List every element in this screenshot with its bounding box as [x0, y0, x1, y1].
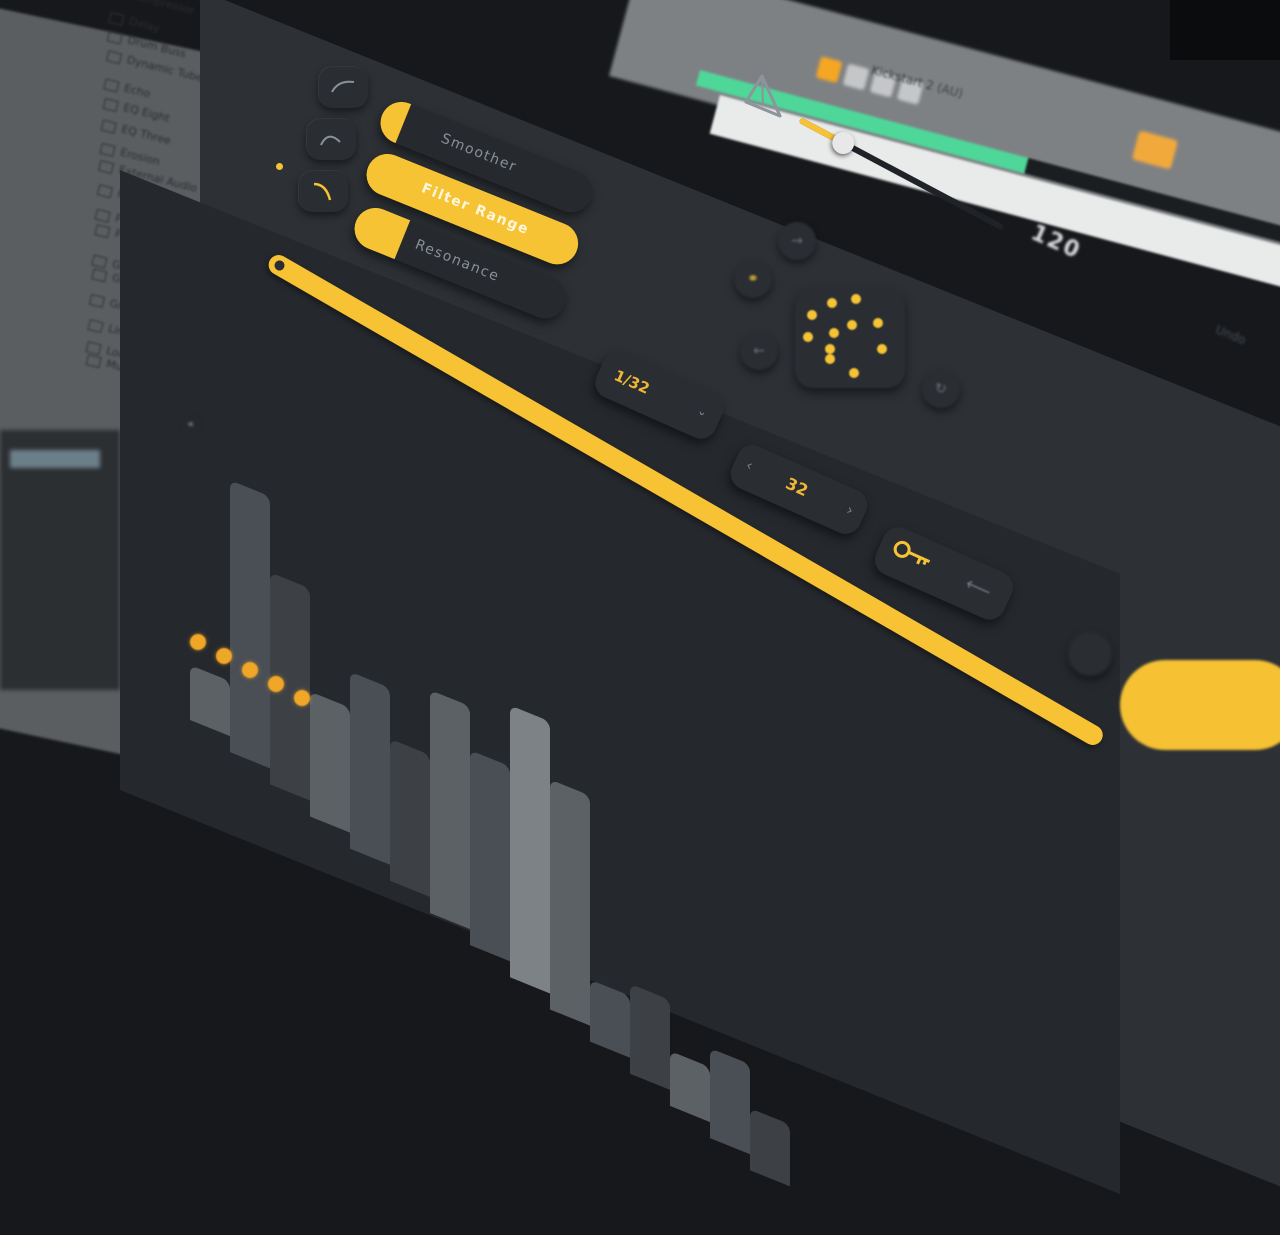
chevron-down-icon: ⌄: [695, 402, 711, 420]
folder-icon: [107, 11, 125, 26]
step-bar[interactable]: [630, 983, 670, 1090]
undo-button[interactable]: ←: [740, 332, 778, 370]
key-icon[interactable]: [887, 536, 937, 576]
division-value: 1/32: [611, 366, 653, 398]
step-bar[interactable]: [510, 705, 550, 994]
redo-icon: →: [791, 233, 803, 249]
curve-soft-icon: [320, 135, 341, 146]
redo-button[interactable]: →: [778, 222, 816, 260]
folder-icon: [103, 78, 120, 93]
folder-icon: [102, 97, 119, 112]
step-bar[interactable]: [230, 480, 270, 769]
step-bar[interactable]: [750, 1108, 790, 1187]
sequencer-left-control[interactable]: ◂: [180, 414, 202, 436]
curve-linear-icon: [331, 80, 355, 93]
steps-next-button[interactable]: ›: [844, 501, 857, 520]
folder-icon: [100, 119, 117, 134]
steps-value: 32: [782, 473, 811, 501]
step-dot[interactable]: [294, 690, 310, 706]
step-bar[interactable]: [310, 691, 350, 833]
host-clip-view: [0, 430, 120, 690]
refresh-button[interactable]: ↻: [922, 370, 960, 408]
step-bar[interactable]: [470, 750, 510, 962]
folder-icon: [94, 208, 111, 223]
undo-label: Undo: [1213, 322, 1248, 348]
step-dot[interactable]: [190, 634, 206, 650]
undo-arrow-icon: ←: [753, 343, 765, 359]
browser-item-label: Delay: [127, 14, 161, 36]
curve-soft-button[interactable]: [306, 118, 356, 160]
folder-icon: [87, 318, 104, 333]
triangle-icon[interactable]: [742, 72, 788, 120]
folder-icon: [88, 293, 106, 308]
back-arrow-icon[interactable]: ⟵: [962, 573, 994, 603]
step-bar[interactable]: [710, 1048, 750, 1155]
link-icon: ⚭: [747, 271, 759, 287]
master-amount-handle[interactable]: [272, 258, 287, 273]
folder-icon: [98, 159, 115, 174]
host-toolbar-button[interactable]: [842, 63, 870, 91]
curve-steep-button[interactable]: [298, 170, 348, 212]
screen-bezel: [1170, 0, 1280, 60]
step-dot[interactable]: [268, 676, 284, 692]
step-bar[interactable]: [350, 671, 390, 865]
folder-icon: [99, 142, 116, 157]
browser-item-label: Compressor: [129, 0, 197, 18]
step-bar[interactable]: [430, 689, 470, 930]
curve-linear-button[interactable]: [318, 66, 368, 108]
step-bar[interactable]: [550, 779, 590, 1026]
step-bar[interactable]: [670, 1050, 710, 1123]
curve-steep-icon: [313, 182, 332, 201]
folder-icon: [106, 29, 124, 45]
host-toolbar-button[interactable]: [815, 56, 843, 84]
primary-action-button[interactable]: [1120, 660, 1280, 750]
folder-icon: [93, 223, 111, 238]
folder-icon: [105, 49, 122, 64]
folder-icon: [90, 267, 108, 282]
refresh-icon: ↻: [935, 381, 947, 397]
steps-prev-button[interactable]: ‹: [743, 456, 756, 475]
curve-selected-indicator: [276, 163, 283, 170]
folder-icon: [85, 353, 102, 368]
step-count-ring[interactable]: [795, 288, 905, 388]
step-bar[interactable]: [390, 738, 430, 897]
step-dot[interactable]: [242, 662, 258, 678]
folder-icon: [96, 183, 113, 198]
add-button[interactable]: [1068, 632, 1112, 676]
step-dot[interactable]: [216, 648, 232, 664]
link-button[interactable]: ⚭: [734, 260, 772, 298]
